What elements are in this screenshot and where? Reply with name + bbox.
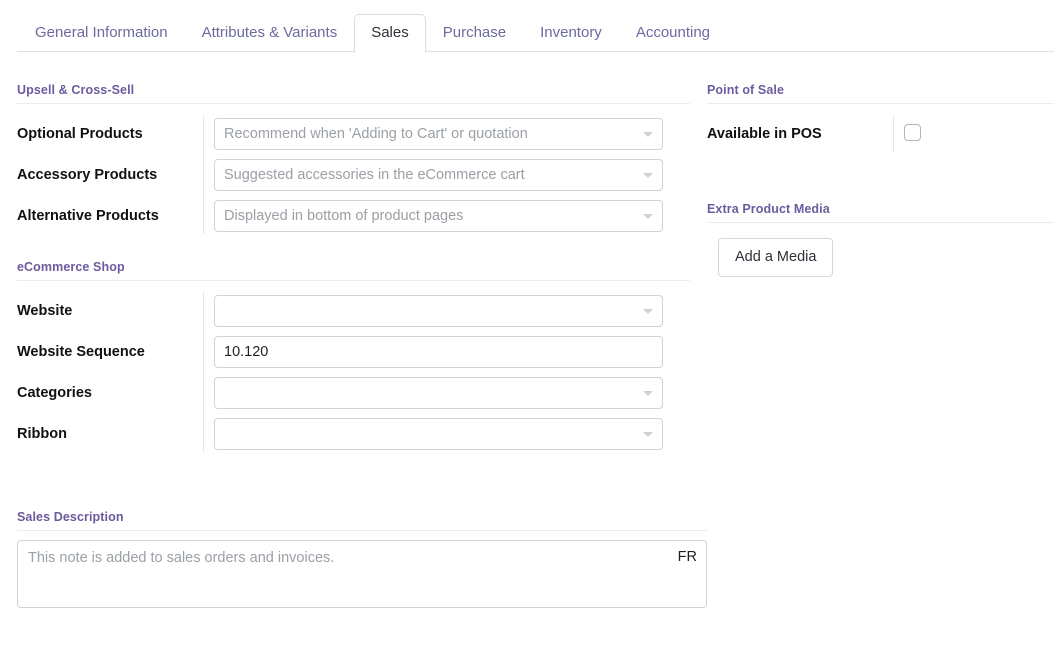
label-available-in-pos: Available in POS	[707, 125, 893, 143]
group-point-of-sale: Point of Sale Available in POS	[707, 83, 1054, 154]
alternative-products-input[interactable]: Displayed in bottom of product pages	[214, 200, 663, 232]
chevron-down-icon[interactable]	[643, 432, 653, 437]
chevron-down-icon[interactable]	[643, 309, 653, 314]
tab-sales[interactable]: Sales	[354, 14, 426, 53]
tab-general-information[interactable]: General Information	[18, 14, 185, 53]
control-alternative-products: Displayed in bottom of product pages	[203, 200, 690, 232]
chevron-down-icon[interactable]	[643, 132, 653, 137]
sales-description-textarea[interactable]: This note is added to sales orders and i…	[17, 540, 707, 608]
group-title-point-of-sale: Point of Sale	[707, 83, 1054, 104]
available-in-pos-checkbox[interactable]	[904, 124, 921, 141]
label-alternative-products: Alternative Products	[17, 207, 203, 225]
control-categories	[203, 377, 690, 409]
tab-attributes-variants[interactable]: Attributes & Variants	[185, 14, 355, 53]
point-of-sale-fields: Available in POS	[707, 113, 1054, 154]
field-row-optional-products: Optional Products Recommend when 'Adding…	[17, 113, 690, 154]
website-sequence-value: 10.120	[215, 337, 294, 367]
field-row-website-sequence: Website Sequence 10.120	[17, 331, 690, 372]
categories-input[interactable]	[214, 377, 663, 409]
control-ribbon	[203, 418, 690, 450]
optional-products-placeholder: Recommend when 'Adding to Cart' or quota…	[215, 119, 554, 149]
tab-purchase[interactable]: Purchase	[426, 14, 523, 53]
alternative-products-placeholder: Displayed in bottom of product pages	[215, 201, 489, 231]
field-row-ribbon: Ribbon	[17, 413, 690, 454]
field-row-website: Website	[17, 290, 690, 331]
ribbon-input[interactable]	[214, 418, 663, 450]
website-input[interactable]	[214, 295, 663, 327]
notebook-tab-bar: General Information Attributes & Variant…	[0, 0, 1054, 52]
label-accessory-products: Accessory Products	[17, 166, 203, 184]
sales-tab-panel: Upsell & Cross-Sell Optional Products Re…	[0, 52, 1054, 608]
group-extra-product-media: Extra Product Media Add a Media	[707, 202, 1054, 277]
ecommerce-fields: Website Website Sequence 10.120	[17, 290, 690, 454]
tab-list: General Information Attributes & Variant…	[18, 0, 1036, 52]
control-optional-products: Recommend when 'Adding to Cart' or quota…	[203, 118, 690, 150]
upsell-fields: Optional Products Recommend when 'Adding…	[17, 113, 690, 236]
optional-products-input[interactable]: Recommend when 'Adding to Cart' or quota…	[214, 118, 663, 150]
bottom-spacer	[0, 460, 1054, 510]
group-ecommerce-shop: eCommerce Shop Website Website Sequence	[17, 260, 690, 454]
add-a-media-button[interactable]: Add a Media	[718, 238, 833, 277]
tab-accounting[interactable]: Accounting	[619, 14, 727, 53]
language-badge[interactable]: FR	[678, 548, 697, 566]
group-title-sales-description: Sales Description	[17, 510, 707, 531]
label-website-sequence: Website Sequence	[17, 343, 203, 361]
group-spacer-right	[707, 160, 1054, 202]
form-columns: Upsell & Cross-Sell Optional Products Re…	[0, 83, 1054, 460]
chevron-down-icon[interactable]	[643, 214, 653, 219]
sales-description-placeholder: This note is added to sales orders and i…	[28, 549, 696, 568]
field-row-available-in-pos: Available in POS	[707, 113, 1054, 154]
extra-media-body: Add a Media	[707, 232, 1054, 277]
group-title-extra-product-media: Extra Product Media	[707, 202, 1054, 223]
chevron-down-icon[interactable]	[643, 173, 653, 178]
accessory-products-input[interactable]: Suggested accessories in the eCommerce c…	[214, 159, 663, 191]
control-website	[203, 295, 690, 327]
field-row-alternative-products: Alternative Products Displayed in bottom…	[17, 195, 690, 236]
control-website-sequence: 10.120	[203, 336, 690, 368]
field-row-accessory-products: Accessory Products Suggested accessories…	[17, 154, 690, 195]
label-ribbon: Ribbon	[17, 425, 203, 443]
label-website: Website	[17, 302, 203, 320]
label-categories: Categories	[17, 384, 203, 402]
group-sales-description: Sales Description This note is added to …	[0, 510, 707, 608]
website-sequence-input[interactable]: 10.120	[214, 336, 663, 368]
tab-inventory[interactable]: Inventory	[523, 14, 619, 53]
chevron-down-icon[interactable]	[643, 391, 653, 396]
control-accessory-products: Suggested accessories in the eCommerce c…	[203, 159, 690, 191]
field-row-categories: Categories	[17, 372, 690, 413]
top-spacer	[0, 52, 1054, 83]
control-available-in-pos	[893, 124, 1054, 144]
accessory-products-placeholder: Suggested accessories in the eCommerce c…	[215, 160, 551, 190]
label-optional-products: Optional Products	[17, 125, 203, 143]
